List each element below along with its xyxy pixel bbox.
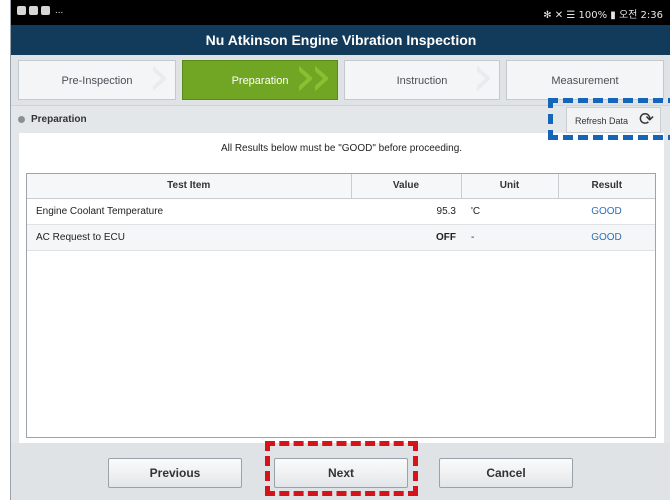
- step-measurement[interactable]: Measurement: [506, 60, 664, 100]
- chevron-right-icon: ›: [147, 60, 171, 100]
- section-title: Preparation: [31, 114, 87, 125]
- refresh-data-label: Refresh Data: [575, 116, 629, 126]
- step-pre-inspection[interactable]: › Pre-Inspection: [18, 60, 176, 100]
- unit-cell: -: [471, 231, 475, 243]
- step-navigation: › Pre-Inspection › › Preparation › Instr…: [11, 55, 670, 105]
- app-icon: [41, 6, 50, 15]
- app-window: ... ✻ ✕ ☰ 100% ▮ 오전 2:36 Nu Atkinson Eng…: [10, 0, 670, 500]
- instruction-notice: All Results below must be "GOOD" before …: [220, 143, 463, 154]
- gallery-icon: [17, 6, 26, 15]
- test-item-cell: Engine Coolant Temperature: [36, 205, 164, 217]
- page-title: Nu Atkinson Engine Vibration Inspection: [11, 25, 670, 55]
- status-bar: ... ✻ ✕ ☰ 100% ▮ 오전 2:36: [11, 0, 670, 25]
- unit-cell: 'C: [471, 205, 481, 217]
- chevron-right-icon: ›: [309, 60, 333, 100]
- value-cell: OFF: [436, 231, 456, 243]
- column-header-test-item: Test Item: [27, 174, 352, 198]
- more-notifications: ...: [55, 5, 64, 16]
- table-row: AC Request to ECU OFF - GOOD: [27, 224, 655, 250]
- previous-button[interactable]: Previous: [108, 458, 242, 488]
- bottom-action-bar: Previous Next Cancel: [11, 443, 670, 500]
- column-header-value: Value: [351, 174, 462, 198]
- result-cell: GOOD: [591, 205, 622, 217]
- refresh-data-button[interactable]: Refresh Data ⟳: [566, 107, 661, 133]
- step-preparation[interactable]: › › Preparation: [182, 60, 338, 100]
- notification-icons: ...: [17, 5, 63, 16]
- message-icon: [29, 6, 38, 15]
- test-item-cell: AC Request to ECU: [36, 231, 125, 243]
- next-button[interactable]: Next: [274, 458, 408, 488]
- chevron-right-icon: ›: [471, 60, 495, 100]
- table-header-row: Test Item Value Unit Result: [27, 174, 655, 198]
- bullet-icon: [18, 116, 25, 123]
- step-instruction[interactable]: › Instruction: [344, 60, 500, 100]
- refresh-icon: ⟳: [639, 109, 655, 130]
- value-cell: 95.3: [436, 205, 456, 217]
- column-header-unit: Unit: [461, 174, 559, 198]
- results-table: Test Item Value Unit Result Engine Coola…: [27, 174, 655, 251]
- result-cell: GOOD: [591, 231, 622, 243]
- column-header-result: Result: [591, 180, 623, 192]
- cancel-button[interactable]: Cancel: [439, 458, 573, 488]
- table-row: Engine Coolant Temperature 95.3 'C GOOD: [27, 198, 655, 224]
- main-content: All Results below must be "GOOD" before …: [19, 133, 664, 443]
- system-status: ✻ ✕ ☰ 100% ▮ 오전 2:36: [543, 10, 663, 21]
- results-table-container: Test Item Value Unit Result Engine Coola…: [26, 173, 656, 438]
